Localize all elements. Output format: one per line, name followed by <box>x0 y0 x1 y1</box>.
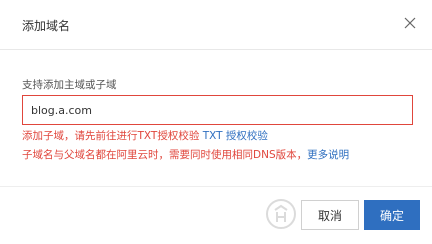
dialog-header: 添加域名 <box>0 0 432 50</box>
more-info-link[interactable]: 更多说明 <box>307 149 349 161</box>
domain-input[interactable] <box>22 95 413 125</box>
ok-button[interactable]: 确定 <box>364 200 420 230</box>
domain-field-label: 支持添加主域或子域 <box>22 79 117 91</box>
error-message-1-text: 添加子域，请先前往进行TXT授权校验 <box>22 130 200 142</box>
close-icon[interactable] <box>403 16 417 30</box>
error-message-1: 添加子域，请先前往进行TXT授权校验 TXT 授权校验 <box>22 128 268 143</box>
watermark-logo-icon <box>266 199 296 229</box>
error-message-2: 子域名与父域名都在阿里云时，需要同时使用相同DNS版本，更多说明 <box>22 147 349 162</box>
txt-verify-link[interactable]: TXT 授权校验 <box>203 130 268 142</box>
dialog-title: 添加域名 <box>22 19 71 33</box>
footer-divider <box>0 186 432 187</box>
error-message-2-text: 子域名与父域名都在阿里云时，需要同时使用相同DNS版本， <box>22 149 308 161</box>
cancel-button[interactable]: 取消 <box>301 200 359 230</box>
add-domain-dialog: 添加域名 支持添加主域或子域 添加子域，请先前往进行TXT授权校验 TXT 授权… <box>0 0 432 244</box>
